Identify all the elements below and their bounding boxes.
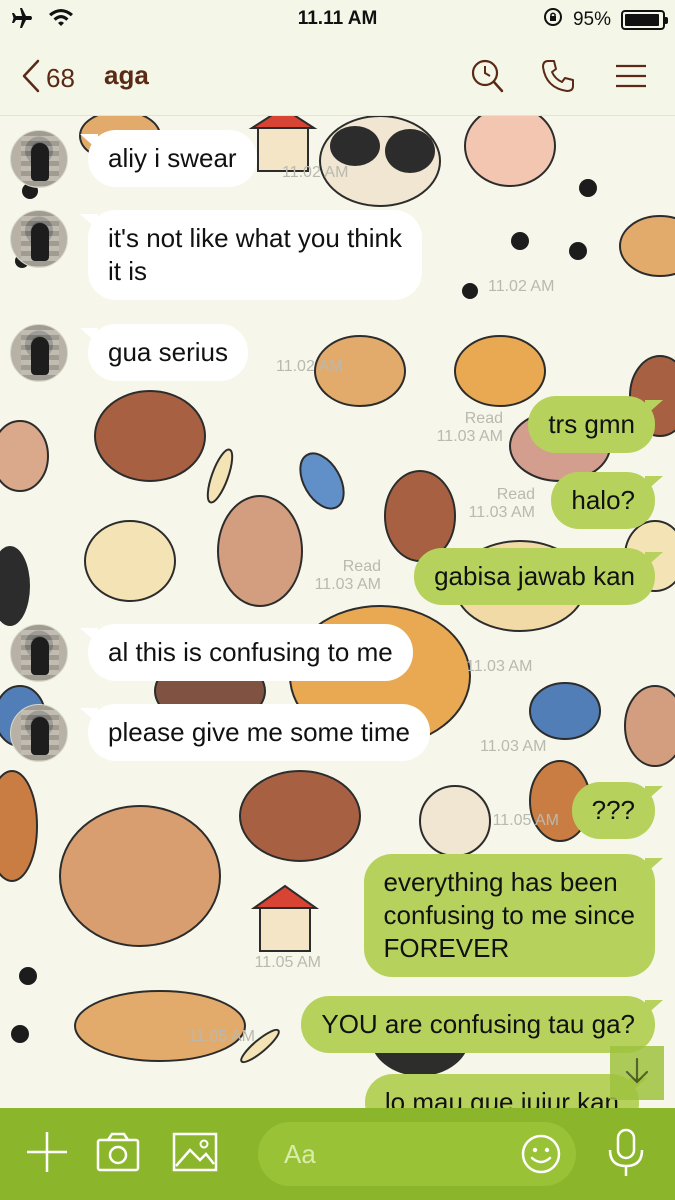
message-meta: 11.05 AM: [189, 1028, 255, 1046]
camera-icon[interactable]: [96, 1130, 140, 1179]
incoming-message-bubble[interactable]: it's not like what you think it is: [88, 210, 422, 300]
message-meta: 11.05 AM: [255, 954, 321, 972]
message-time: 11.03 AM: [468, 504, 535, 521]
incoming-message-bubble[interactable]: gua serius: [88, 324, 248, 381]
message-meta: 11.03 AM: [480, 738, 546, 756]
read-receipt: Read: [342, 558, 381, 575]
message-input[interactable]: [284, 1136, 514, 1172]
orientation-lock-icon: [543, 7, 563, 33]
message-time: 11.05 AM: [254, 954, 321, 971]
chat-title: aga: [104, 60, 149, 90]
avatar[interactable]: [10, 704, 68, 762]
image-icon[interactable]: [172, 1130, 218, 1179]
message-time: 11.02 AM: [282, 164, 349, 181]
read-receipt: Read: [464, 410, 503, 427]
outgoing-message-bubble[interactable]: gabisa jawab kan: [414, 548, 655, 605]
phone-icon[interactable]: [540, 58, 576, 99]
scroll-to-bottom-button[interactable]: [610, 1046, 664, 1100]
battery-percent: 95%: [572, 9, 611, 30]
message-time: 11.02 AM: [488, 278, 555, 295]
status-bar: 11.11 AM 95%: [0, 0, 675, 40]
chat-header: 68 aga: [0, 40, 675, 116]
outgoing-message-bubble[interactable]: ???: [571, 782, 655, 839]
avatar[interactable]: [10, 210, 68, 268]
chevron-left-icon: [20, 58, 42, 99]
avatar[interactable]: [10, 624, 68, 682]
message-meta: 11.02 AM: [488, 278, 554, 296]
incoming-message-bubble[interactable]: please give me some time: [88, 704, 431, 761]
incoming-message-bubble[interactable]: al this is confusing to me: [88, 624, 413, 681]
read-receipt: Read: [496, 486, 535, 503]
microphone-icon[interactable]: [606, 1128, 646, 1183]
menu-icon[interactable]: [614, 58, 648, 99]
message-meta: 11.03 AM: [466, 658, 532, 676]
battery-icon: [621, 10, 668, 30]
message-input-pill[interactable]: [258, 1122, 576, 1186]
back-button[interactable]: 68: [20, 58, 75, 99]
search-icon[interactable]: [470, 58, 504, 99]
avatar[interactable]: [10, 324, 68, 382]
outgoing-message-bubble[interactable]: trs gmn: [528, 396, 655, 453]
message-meta: 11.02 AM: [276, 358, 342, 376]
message-time: 11.05 AM: [492, 812, 559, 829]
message-meta: 11.05 AM: [493, 812, 559, 830]
outgoing-message-bubble[interactable]: lo mau gue jujur kan: [364, 1074, 639, 1108]
outgoing-message-bubble[interactable]: everything has been confusing to me sinc…: [363, 854, 655, 977]
arrow-down-icon: [623, 1056, 651, 1091]
unread-count: 68: [46, 63, 75, 93]
composer-bar: [0, 1108, 675, 1200]
message-time: 11.03 AM: [480, 738, 547, 755]
message-meta: Read 11.03 AM: [469, 486, 535, 522]
avatar[interactable]: [10, 130, 68, 188]
plus-icon[interactable]: [26, 1130, 68, 1179]
emoji-icon[interactable]: [520, 1133, 562, 1180]
outgoing-message-bubble[interactable]: halo?: [551, 472, 655, 529]
message-time: 11.03 AM: [436, 428, 503, 445]
message-list[interactable]: aliy i swear 11.02 AM it's not like what y…: [0, 116, 675, 1108]
message-time: 11.03 AM: [314, 576, 381, 593]
message-time: 11.05 AM: [188, 1028, 255, 1045]
message-meta: 11.02 AM: [282, 164, 348, 182]
message-time: 11.02 AM: [276, 358, 343, 375]
message-meta: Read 11.03 AM: [437, 410, 503, 446]
incoming-message-bubble[interactable]: aliy i swear: [88, 130, 257, 187]
outgoing-message-bubble[interactable]: YOU are confusing tau ga?: [301, 996, 655, 1053]
message-time: 11.03 AM: [466, 658, 533, 675]
message-meta: Read 11.03 AM: [315, 558, 381, 594]
